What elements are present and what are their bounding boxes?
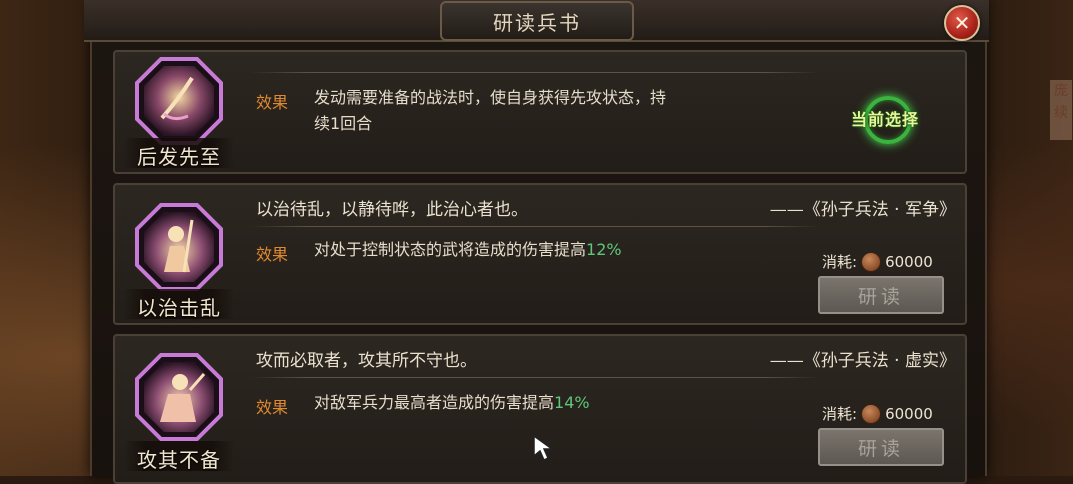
cost-value: 60000 [885,404,933,423]
quote-text: 以治待乱，以静待哗，此治心者也。 [256,200,528,220]
effect-description-line1: 发动需要准备的战法时，使自身获得先攻状态，持 [314,88,667,107]
quote-source: ——《孙子兵法 · 虚实》 [769,351,956,371]
skill-name: 以治击乱 [137,296,221,320]
current-selection-badge: 当前选择 [840,96,930,144]
effect-label: 效果 [256,93,289,112]
effect-percent: 14% [554,393,590,412]
divider [250,72,820,73]
skill-card-1[interactable] [113,50,967,174]
effect-description: 对敌军兵力最高者造成的伤害提高14% [314,390,590,416]
title-plate: 研读兵书 [440,1,634,41]
general-with-spear-icon [135,203,223,291]
copper-coin-icon [861,251,882,272]
effect-description-line2: 续1回合 [314,114,373,133]
divider [250,377,820,378]
effect-percent: 12% [586,240,622,259]
cost-label: 消耗: [822,253,858,271]
effect-description: 对处于控制状态的武将造成的伤害提高12% [314,237,622,263]
crescent-blade-icon [135,57,223,145]
cost-value: 60000 [885,252,933,271]
mouse-pointer-icon [533,434,555,462]
study-button[interactable]: 研读 [818,276,944,314]
effect-description-text: 对处于控制状态的武将造成的伤害提高 [314,240,587,259]
window-title: 研读兵书 [493,10,581,35]
cost-display: 消耗: 60000 [822,251,933,272]
cost-display: 消耗: 60000 [822,403,933,424]
study-button[interactable]: 研读 [818,428,944,466]
skill-name: 后发先至 [137,145,221,169]
skill-name: 攻其不备 [137,448,221,472]
close-icon: ✕ [953,11,971,35]
copper-coin-icon [861,403,882,424]
effect-description-text: 对敌军兵力最高者造成的伤害提高 [314,393,555,412]
close-button[interactable]: ✕ [944,5,980,41]
cost-label: 消耗: [822,405,858,423]
divider [250,226,820,227]
side-scroll-hint: 庞 续 [1050,80,1072,140]
effect-label: 效果 [256,398,289,417]
effect-label: 效果 [256,245,289,264]
quote-source: ——《孙子兵法 · 军争》 [769,200,956,220]
quote-text: 攻而必取者，攻其所不守也。 [256,351,477,371]
current-selection-label: 当前选择 [850,110,919,129]
charging-warrior-icon [135,353,223,441]
